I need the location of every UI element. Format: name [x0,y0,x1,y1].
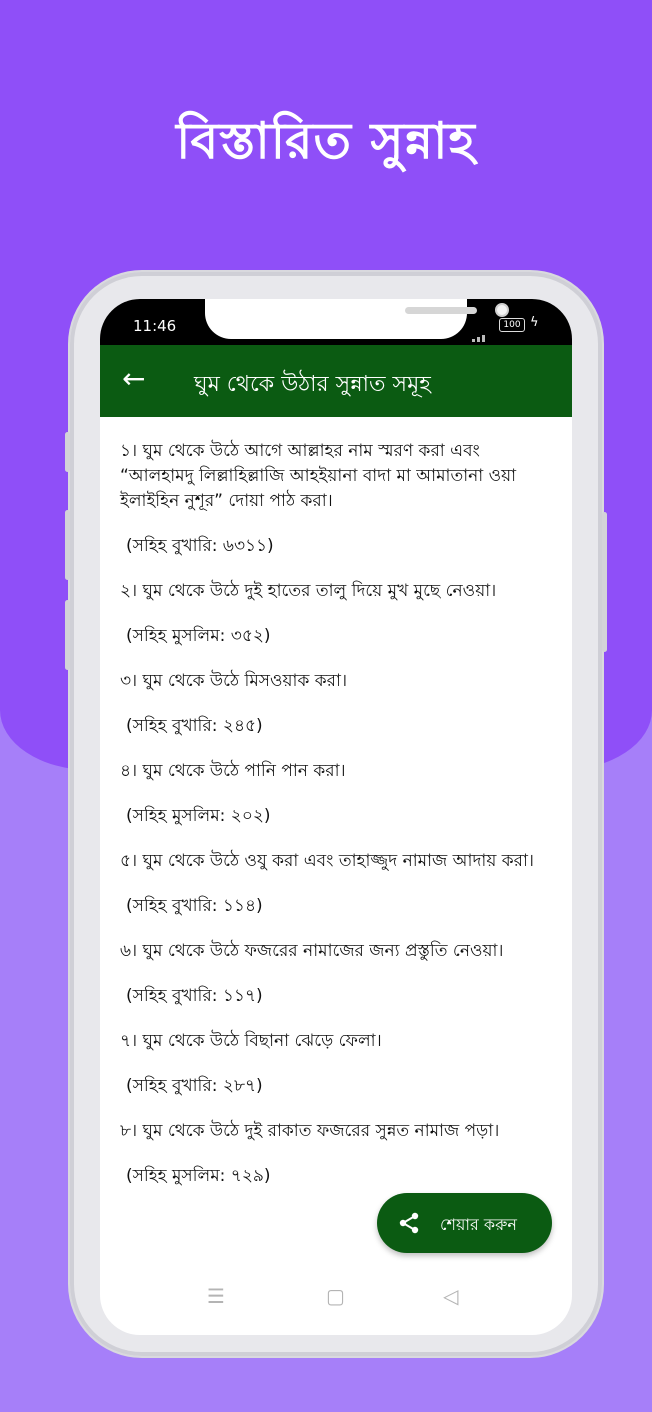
status-time: 11:46 [133,317,177,335]
system-nav-bar: ☰ ▢ ◁ [100,1284,572,1324]
reference: (সহিহ মুসলিম: ৩৫২) [126,626,271,646]
reference: (সহিহ বুখারি: ২৮৭) [126,1076,263,1096]
list-item: ৬। ঘুম থেকে উঠে ফজরের নামাজের জন্য প্রস্… [120,941,504,961]
speaker-grille [405,307,477,314]
phone-notch [205,299,509,339]
back-icon[interactable]: ◁ [443,1284,458,1308]
app-bar: ← ঘুম থেকে উঠার সুন্নাত সমূহ [100,345,572,417]
charging-icon: ϟ [530,315,539,330]
list-item: ৭। ঘুম থেকে উঠে বিছানা ঝেড়ে ফেলা। [120,1031,382,1051]
home-icon[interactable]: ▢ [326,1284,345,1308]
camera-icon [495,303,509,317]
promo-headline: বিস্তারিত সুন্নাহ [176,112,476,170]
phone-side-button [65,432,70,472]
menu-icon[interactable]: ☰ [207,1284,225,1308]
reference: (সহিহ মুসলিম: ৭২৯) [126,1166,271,1186]
sunnah-list: ১। ঘুম থেকে উঠে আগে আল্লাহর নাম স্মরণ কর… [120,439,556,1189]
list-item: ৩। ঘুম থেকে উঠে মিসওয়াক করা। [120,671,348,691]
reference: (সহিহ বুখারি: ১১৭) [126,986,263,1006]
reference: (সহিহ বুখারি: ৬৩১১) [126,536,274,556]
page-title: ঘুম থেকে উঠার সুন্নাত সমূহ [194,372,431,397]
reference: (সহিহ মুসলিম: ২০২) [126,806,271,826]
list-item: ৮। ঘুম থেকে উঠে দুই রাকাত ফজরের সুন্নত ন… [120,1121,500,1141]
reference: (সহিহ বুখারি: ২৪৫) [126,716,263,736]
list-item: ১। ঘুম থেকে উঠে আগে আল্লাহর নাম স্মরণ কর… [120,441,517,511]
phone-side-button [65,510,70,580]
back-arrow-icon[interactable]: ← [122,364,145,394]
signal-icon [472,323,487,342]
share-button[interactable]: শেয়ার করুন [377,1193,552,1253]
reference: (সহিহ বুখারি: ১১৪) [126,896,263,916]
share-button-label: শেয়ার করুন [440,1215,517,1234]
share-icon [399,1212,419,1234]
phone-side-button [65,600,70,670]
phone-power-button [602,512,607,652]
battery-icon: 100 [499,318,525,332]
list-item: ৪। ঘুম থেকে উঠে পানি পান করা। [120,761,346,781]
app-screen: 11:46 100 ϟ ← ঘুম থেকে উঠার সুন্নাত সমূহ… [100,299,572,1335]
list-item: ৫। ঘুম থেকে উঠে ওযু করা এবং তাহাজ্জুদ না… [120,851,535,871]
list-item: ২। ঘুম থেকে উঠে দুই হাতের তালু দিয়ে মুখ… [120,581,497,601]
